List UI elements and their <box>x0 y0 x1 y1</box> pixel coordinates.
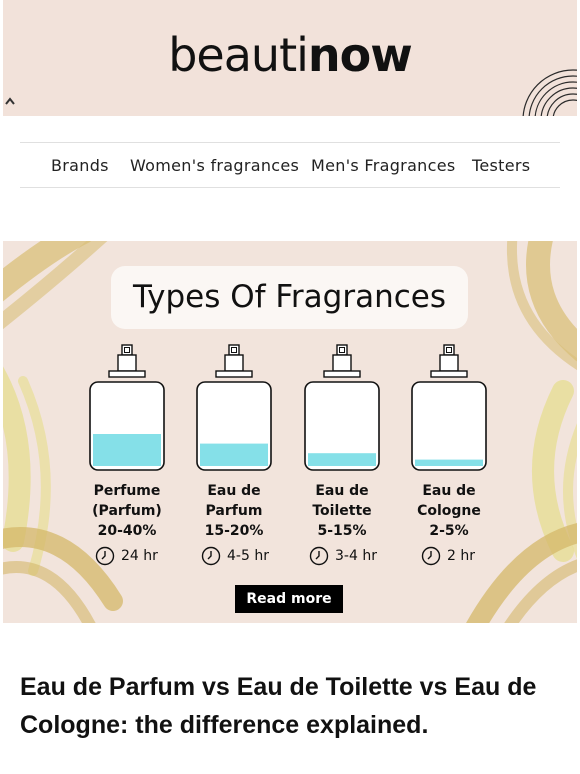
type-concentration: 15-20% <box>204 523 264 539</box>
bottle-neck <box>117 354 137 372</box>
bottle-sprayer <box>336 344 348 356</box>
bottle-liquid-level <box>93 434 161 466</box>
duration-text: 2 hr <box>447 548 475 564</box>
type-label-perfume: Perfume (Parfum) 20-40% <box>72 481 182 541</box>
bottle-perfume-icon <box>89 344 165 471</box>
type-label-line: Eau de <box>422 483 476 499</box>
fragrance-types-infographic[interactable]: Types Of Fragrances Perfume (Parfum) 20-… <box>3 241 577 623</box>
type-label-eau-de-cologne: Eau de Cologne 2-5% <box>394 481 504 541</box>
site-logo[interactable]: beautinow <box>3 28 577 82</box>
duration-text: 4-5 hr <box>227 548 269 564</box>
logo-bold-text: now <box>307 28 413 82</box>
logo-light-text: beauti <box>168 28 309 82</box>
site-header: beautinow <box>3 0 577 116</box>
type-label-line: Toilette <box>312 503 372 519</box>
type-label-line: Perfume <box>93 483 161 499</box>
type-concentration: 2-5% <box>429 523 469 539</box>
type-label-line: Cologne <box>417 503 481 519</box>
type-concentration: 5-15% <box>317 523 367 539</box>
clock-icon <box>421 546 441 566</box>
nav-item-mens-fragrances[interactable]: Men's Fragrances <box>311 156 456 175</box>
nav-item-brands[interactable]: Brands <box>51 156 109 175</box>
bottle-neck <box>439 354 459 372</box>
clock-icon <box>201 546 221 566</box>
duration-eau-de-cologne: 2 hr <box>421 544 475 568</box>
bottle-neck <box>224 354 244 372</box>
bottle-body <box>411 381 487 471</box>
bottle-neck <box>332 354 352 372</box>
bottle-liquid-level <box>200 443 268 466</box>
bottle-eau-de-cologne-icon <box>411 344 487 471</box>
duration-text: 24 hr <box>121 548 158 564</box>
clock-icon <box>95 546 115 566</box>
nav-item-testers[interactable]: Testers <box>472 156 530 175</box>
main-navigation: Brands Women's fragrances Men's Fragranc… <box>20 142 560 188</box>
bottle-collar <box>215 370 253 378</box>
duration-eau-de-parfum: 4-5 hr <box>201 544 269 568</box>
duration-text: 3-4 hr <box>335 548 377 564</box>
clock-icon <box>309 546 329 566</box>
bottle-liquid-level <box>308 453 376 466</box>
bottle-collar <box>108 370 146 378</box>
nav-item-womens-fragrances[interactable]: Women's fragrances <box>130 156 299 175</box>
article-headline: Eau de Parfum vs Eau de Toilette vs Eau … <box>20 673 537 739</box>
decorative-rings-icon <box>522 69 577 116</box>
bottle-collar <box>430 370 468 378</box>
bottle-sprayer <box>228 344 240 356</box>
duration-perfume: 24 hr <box>95 544 158 568</box>
bottle-liquid-level <box>415 459 483 466</box>
type-label-line: Parfum <box>205 503 263 519</box>
bottle-sprayer <box>121 344 133 356</box>
duration-eau-de-toilette: 3-4 hr <box>309 544 377 568</box>
bottle-collar <box>323 370 361 378</box>
type-label-line: (Parfum) <box>92 503 162 519</box>
bottle-eau-de-parfum-icon <box>196 344 272 471</box>
type-concentration: 20-40% <box>97 523 157 539</box>
infographic-title: Types Of Fragrances <box>111 266 468 329</box>
bottle-sprayer <box>443 344 455 356</box>
bottle-eau-de-toilette-icon <box>304 344 380 471</box>
type-label-eau-de-toilette: Eau de Toilette 5-15% <box>287 481 397 541</box>
caret-up-icon <box>5 97 15 105</box>
type-label-eau-de-parfum: Eau de Parfum 15-20% <box>179 481 289 541</box>
type-label-line: Eau de <box>207 483 261 499</box>
type-label-line: Eau de <box>315 483 369 499</box>
read-more-button[interactable]: Read more <box>235 585 343 613</box>
